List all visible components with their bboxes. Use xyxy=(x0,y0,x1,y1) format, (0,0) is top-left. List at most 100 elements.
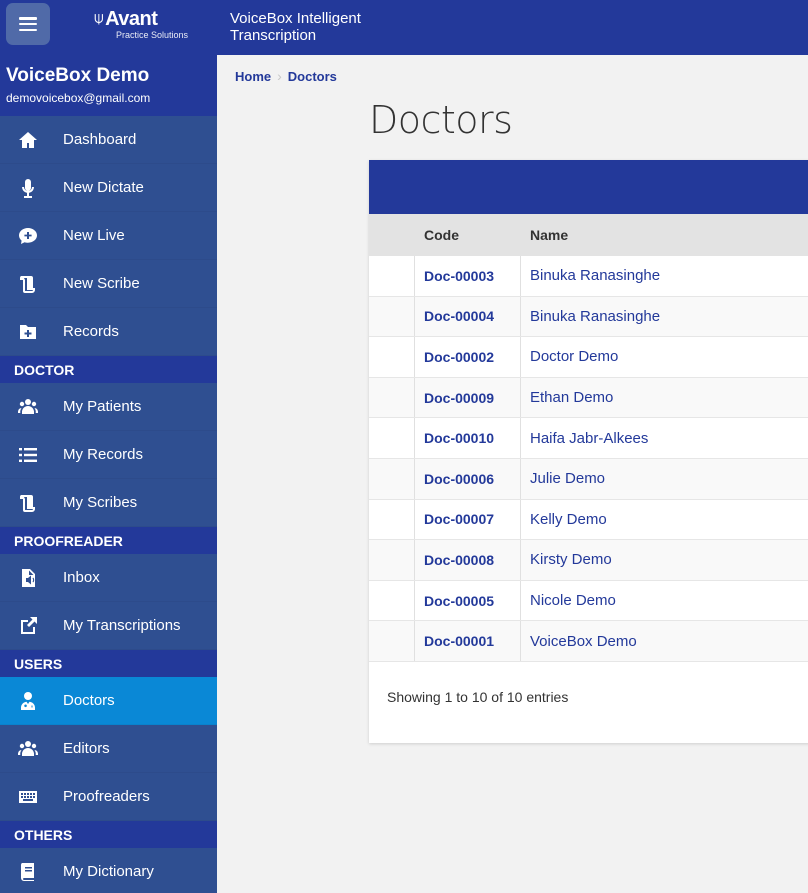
folder-plus-icon xyxy=(0,322,63,342)
row-control[interactable] xyxy=(369,580,415,621)
doctor-code-link[interactable]: Doc-00006 xyxy=(415,458,521,499)
keyboard-icon xyxy=(0,787,63,807)
table-row[interactable]: Doc-00003 Binuka Ranasinghe xyxy=(369,256,808,297)
table-row[interactable]: Doc-00009 Ethan Demo xyxy=(369,377,808,419)
sidebar-section-doctor: DOCTOR xyxy=(0,356,217,383)
doctor-code-link[interactable]: Doc-00004 xyxy=(415,296,521,337)
sidebar-item-label: New Live xyxy=(63,227,125,244)
table-row[interactable]: Doc-00010 Haifa Jabr-Alkees xyxy=(369,418,808,459)
table-row[interactable]: Doc-00006 Julie Demo xyxy=(369,458,808,500)
sidebar-item-label: Records xyxy=(63,323,119,340)
doctor-name[interactable]: Doctor Demo xyxy=(521,337,808,377)
list-icon xyxy=(0,445,63,465)
row-control[interactable] xyxy=(369,499,415,540)
doctor-name[interactable]: Kelly Demo xyxy=(521,500,808,540)
table-row[interactable]: Doc-00004 Binuka Ranasinghe xyxy=(369,296,808,338)
users-icon xyxy=(0,739,63,759)
chat-plus-icon xyxy=(0,226,63,246)
sidebar-item-my-patients[interactable]: My Patients xyxy=(0,383,217,431)
column-header-code[interactable]: Code xyxy=(415,214,521,256)
sidebar-item-records[interactable]: Records xyxy=(0,308,217,356)
column-header-name[interactable]: Name xyxy=(521,214,808,256)
scroll-icon xyxy=(0,274,63,294)
table-row[interactable]: Doc-00008 Kirsty Demo xyxy=(369,540,808,581)
sidebar-item-label: Dashboard xyxy=(63,131,137,148)
doctor-code-link[interactable]: Doc-00009 xyxy=(415,377,521,418)
doctor-code-link[interactable]: Doc-00005 xyxy=(415,580,521,621)
menu-toggle-button[interactable] xyxy=(6,3,50,45)
table-row[interactable]: Doc-00005 Nicole Demo xyxy=(369,580,808,622)
breadcrumb-current: Doctors xyxy=(287,68,337,84)
row-control[interactable] xyxy=(369,296,415,337)
user-profile: VoiceBox Demo demovoicebox@gmail.com xyxy=(0,55,217,116)
sidebar-item-proofreaders[interactable]: Proofreaders xyxy=(0,773,217,821)
doctor-code-link[interactable]: Doc-00003 xyxy=(415,256,521,296)
doctor-name[interactable]: Nicole Demo xyxy=(521,581,808,621)
row-control[interactable] xyxy=(369,418,415,458)
microphone-icon xyxy=(0,178,63,198)
doctor-name[interactable]: Julie Demo xyxy=(521,459,808,499)
scroll-icon xyxy=(0,493,63,513)
sidebar-item-label: My Records xyxy=(63,446,144,463)
row-control[interactable] xyxy=(369,458,415,499)
sidebar: VoiceBox Demo demovoicebox@gmail.com Das… xyxy=(0,55,217,893)
hamburger-icon xyxy=(19,17,37,31)
sidebar-item-label: Inbox xyxy=(63,569,100,586)
doctor-name[interactable]: Binuka Ranasinghe xyxy=(521,297,808,337)
row-control[interactable] xyxy=(369,621,415,661)
sidebar-item-my-scribes[interactable]: My Scribes xyxy=(0,479,217,527)
doctor-name[interactable]: Binuka Ranasinghe xyxy=(521,256,808,296)
users-icon xyxy=(0,397,63,417)
sidebar-item-label: Editors xyxy=(63,740,110,757)
sidebar-item-label: Doctors xyxy=(63,692,115,709)
row-control[interactable] xyxy=(369,256,415,296)
sidebar-item-my-transcriptions[interactable]: My Transcriptions xyxy=(0,602,217,650)
doctor-name[interactable]: Haifa Jabr-Alkees xyxy=(521,418,808,458)
table-body: Doc-00003 Binuka Ranasinghe Doc-00004 Binuk… xyxy=(369,256,808,662)
doctor-code-link[interactable]: Doc-00007 xyxy=(415,499,521,540)
sidebar-item-label: My Scribes xyxy=(63,494,138,511)
doctor-name[interactable]: Kirsty Demo xyxy=(521,540,808,580)
sidebar-item-my-records[interactable]: My Records xyxy=(0,431,217,479)
sidebar-item-new-scribe[interactable]: New Scribe xyxy=(0,260,217,308)
row-control[interactable] xyxy=(369,377,415,418)
sidebar-item-doctors[interactable]: Doctors xyxy=(0,677,217,725)
doctors-card: Code Name Doc-00003 Binuka Ranasinghe Doc-… xyxy=(369,160,808,743)
header-spacer xyxy=(369,214,415,256)
profile-email: demovoicebox@gmail.com xyxy=(6,91,151,105)
app-title: VoiceBox Intelligent Transcription xyxy=(230,10,361,44)
sidebar-item-label: My Transcriptions xyxy=(63,617,181,634)
table-row[interactable]: Doc-00007 Kelly Demo xyxy=(369,499,808,541)
doctor-icon xyxy=(0,691,63,711)
doctor-name[interactable]: VoiceBox Demo xyxy=(521,621,808,661)
card-header xyxy=(369,160,808,214)
sidebar-section-users: USERS xyxy=(0,650,217,677)
breadcrumb: Home › Doctors xyxy=(217,55,808,97)
row-control[interactable] xyxy=(369,540,415,580)
table-row[interactable]: Doc-00001 VoiceBox Demo xyxy=(369,621,808,662)
doctor-code-link[interactable]: Doc-00001 xyxy=(415,621,521,661)
sidebar-section-proofreader: PROOFREADER xyxy=(0,527,217,554)
sidebar-item-dashboard[interactable]: Dashboard xyxy=(0,116,217,164)
row-control[interactable] xyxy=(369,337,415,377)
sidebar-item-label: New Dictate xyxy=(63,179,144,196)
sidebar-item-new-dictate[interactable]: New Dictate xyxy=(0,164,217,212)
doctor-name[interactable]: Ethan Demo xyxy=(521,378,808,418)
doctor-code-link[interactable]: Doc-00002 xyxy=(415,337,521,377)
sidebar-item-label: My Dictionary xyxy=(63,863,154,880)
page-title: Doctors xyxy=(369,98,513,142)
doctor-code-link[interactable]: Doc-00008 xyxy=(415,540,521,580)
sidebar-item-inbox[interactable]: Inbox xyxy=(0,554,217,602)
breadcrumb-home-link[interactable]: Home xyxy=(235,69,271,84)
sidebar-item-my-dictionary[interactable]: My Dictionary xyxy=(0,848,217,893)
sidebar-item-editors[interactable]: Editors xyxy=(0,725,217,773)
logo-mark-icon: ⍦ xyxy=(94,10,104,27)
sidebar-item-new-live[interactable]: New Live xyxy=(0,212,217,260)
doctor-code-link[interactable]: Doc-00010 xyxy=(415,418,521,458)
top-bar: ⍦ Avant Practice Solutions VoiceBox Intel… xyxy=(0,0,808,55)
audio-file-icon xyxy=(0,568,63,588)
chevron-right-icon: › xyxy=(277,68,282,84)
table-row[interactable]: Doc-00002 Doctor Demo xyxy=(369,337,808,378)
sidebar-section-others: OTHERS xyxy=(0,821,217,848)
avant-logo[interactable]: ⍦ Avant Practice Solutions xyxy=(94,8,188,40)
